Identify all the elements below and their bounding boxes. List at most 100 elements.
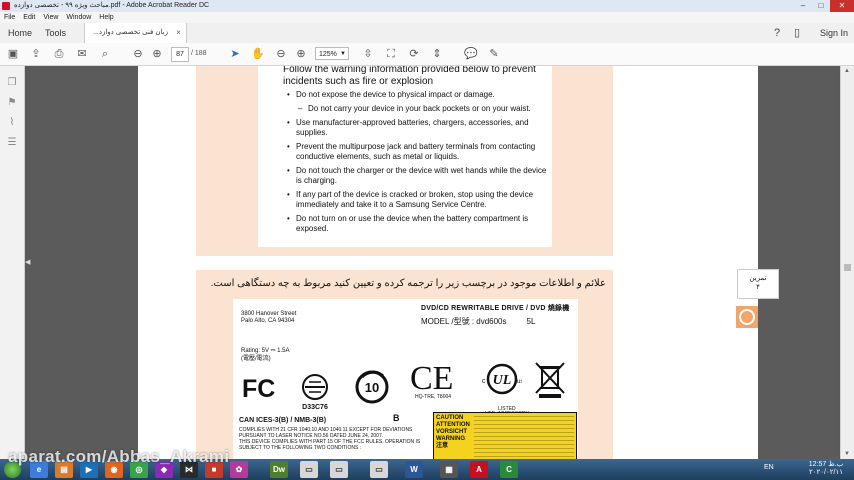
efup-10-icon: 10 — [355, 370, 389, 404]
warning-subitem: Do not carry your device in your back po… — [286, 104, 548, 114]
taskbar-window3-icon[interactable]: ▭ — [370, 461, 388, 478]
taskbar-acrobat-icon[interactable]: A — [470, 461, 488, 478]
taskbar-camtasia-icon[interactable]: C — [500, 461, 518, 478]
layers-icon[interactable]: ☰ — [5, 136, 19, 150]
taskbar-word-icon[interactable]: W — [405, 461, 423, 478]
next-page-icon[interactable]: ⊕ — [150, 47, 164, 61]
tab-document-label: ...زبان فنی تخصصی دوازد — [93, 29, 168, 36]
clock-time: 12:57 ب.ظ — [808, 461, 844, 468]
d33-mark-text: D33C76 — [302, 404, 328, 411]
minimize-button[interactable]: – — [794, 0, 812, 12]
hand-tool-icon[interactable]: ✋ — [251, 47, 265, 61]
print-icon[interactable]: ⎙ — [52, 47, 66, 61]
taskbar-window-icon[interactable]: ▭ — [300, 461, 318, 478]
chevron-down-icon: ▼ — [340, 51, 346, 57]
vertical-scrollbar[interactable]: ▲ ▼ — [840, 66, 854, 459]
fcc-logo-text: FC — [242, 375, 275, 401]
zoom-in-icon[interactable]: ⊕ — [294, 47, 308, 61]
warning-list: Do not expose the device to physical imp… — [286, 90, 548, 238]
scroll-thumb[interactable] — [844, 264, 851, 271]
tab-close-icon[interactable]: × — [176, 23, 181, 43]
highlight-pen-icon[interactable]: ✎ — [487, 47, 501, 61]
svg-text:c: c — [482, 378, 486, 385]
exercise-card-title: تمرین — [749, 275, 767, 282]
efup-10-text: 10 — [365, 380, 379, 395]
bookmark-icon[interactable]: ⚑ — [5, 96, 19, 110]
pdf-page: Follow the warning information provided … — [138, 66, 779, 459]
laser-caution-box: CAUTION ATTENTION VORSICHT WARNING 注意 — [433, 412, 577, 459]
menu-view[interactable]: View — [39, 12, 62, 23]
attachment-icon[interactable]: ⌇ — [5, 116, 19, 130]
decorative-tile-icon — [736, 306, 758, 328]
warning-item: If any part of the device is cracked or … — [286, 190, 548, 210]
mobile-link-icon[interactable]: ▯ — [790, 26, 804, 40]
sign-in-button[interactable]: Sign In — [820, 23, 848, 43]
warning-heading: Follow the warning information provided … — [283, 66, 536, 87]
rotate-icon[interactable]: ⟳ — [407, 47, 421, 61]
label-title: DVD/CD REWRITABLE DRIVE / DVD 燒錄機 — [421, 305, 570, 312]
menu-file[interactable]: File — [0, 12, 19, 23]
collapse-panel-arrow-icon[interactable]: ◀ — [25, 258, 30, 266]
language-indicator[interactable]: EN — [764, 464, 774, 471]
warning-item: Do not touch the charger or the device w… — [286, 166, 548, 186]
warning-item: Do not turn on or use the device when th… — [286, 214, 548, 234]
label-model: MODEL /型號 : dvd600s 5L — [421, 316, 535, 327]
exercise-number-card: تمرین ۴ — [737, 269, 779, 299]
help-icon[interactable]: ? — [770, 26, 784, 40]
caution-fine-print — [474, 416, 574, 459]
menu-edit[interactable]: Edit — [19, 12, 39, 23]
tab-document[interactable]: ...زبان فنی تخصصی دوازد × — [84, 23, 187, 43]
create-pdf-icon[interactable]: ▣ — [6, 47, 20, 61]
taskbar-window2-icon[interactable]: ▭ — [330, 461, 348, 478]
warning-item: Use manufacturer-approved batteries, cha… — [286, 118, 548, 138]
fit-page-icon[interactable]: ⇳ — [361, 47, 375, 61]
comment-icon[interactable]: 💬 — [464, 47, 478, 61]
window-controls: – □ ✕ — [794, 0, 854, 12]
page-thumbnails-icon[interactable]: ❐ — [5, 76, 19, 90]
previous-page-icon[interactable]: ⊖ — [131, 47, 145, 61]
label-model-suffix: 5L — [526, 317, 536, 326]
warning-item: Do not expose the device to physical imp… — [286, 90, 548, 100]
scroll-mode-icon[interactable]: ⇕ — [430, 47, 444, 61]
label-ices: CAN ICES-3(B) / NMB-3(B) — [239, 417, 327, 424]
menu-help[interactable]: Help — [95, 12, 117, 23]
taskbar-paint-icon[interactable]: ✿ — [230, 461, 248, 478]
maximize-button[interactable]: □ — [812, 0, 830, 12]
toolbar: ▣ ⇪ ⎙ ✉ ⌕ ⊖ ⊕ 87 / 188 ➤ ✋ ⊖ ⊕ 125% ▼ ⇳ … — [0, 43, 854, 66]
select-cursor-icon[interactable]: ➤ — [228, 47, 242, 61]
page-count: / 188 — [191, 50, 207, 57]
menu-window[interactable]: Window — [62, 12, 95, 23]
fcc-logo: FC — [242, 375, 275, 401]
clock-date: ۲۰۲۰/۰۲/۱۱ — [809, 469, 843, 476]
scroll-down-icon[interactable]: ▼ — [844, 451, 850, 457]
zoom-select[interactable]: 125% ▼ — [315, 47, 349, 60]
search-icon[interactable]: ⌕ — [98, 47, 112, 61]
document-viewport[interactable]: Follow the warning information provided … — [31, 66, 838, 459]
ul-logo-text: UL — [493, 373, 512, 388]
close-window-button[interactable]: ✕ — [830, 0, 854, 12]
product-label-image: 3800 Hanover Street Palo Alto, CA 94304 … — [233, 299, 578, 459]
label-rating: Rating: 5V ⎓ 1.5A (電壓/電流) — [241, 348, 290, 362]
scroll-up-icon[interactable]: ▲ — [844, 68, 850, 74]
page-number-input[interactable]: 87 — [171, 47, 189, 62]
taskbar-dreamweaver-icon[interactable]: Dw — [270, 461, 288, 478]
upload-icon[interactable]: ⇪ — [29, 47, 43, 61]
label-model-text: MODEL /型號 : dvd600s — [421, 317, 507, 326]
zoom-out-icon[interactable]: ⊖ — [274, 47, 288, 61]
zoom-value: 125% — [319, 51, 337, 58]
tab-home[interactable]: Home — [8, 23, 32, 43]
weee-bin-icon — [535, 362, 565, 398]
window-title: مباحث ویژه ۹۹ - تخصصی دوازده.pdf - Adobe… — [14, 2, 210, 9]
full-screen-icon[interactable]: ⛶ — [384, 47, 398, 61]
ce-mark-text: CE — [410, 360, 453, 393]
label-address: 3800 Hanover Street Palo Alto, CA 94304 — [241, 311, 297, 324]
label-hq-code: HQ-TRE, T8004 — [415, 394, 452, 400]
email-icon[interactable]: ✉ — [75, 47, 89, 61]
d33-mark-icon: D33C76 — [302, 374, 328, 411]
tab-tools[interactable]: Tools — [45, 23, 66, 43]
acrobat-app-icon — [2, 2, 10, 10]
system-clock[interactable]: 12:57 ب.ظ ۲۰۲۰/۰۲/۱۱ — [806, 461, 846, 477]
taskbar-tool-icon[interactable]: ▦ — [440, 461, 458, 478]
svg-text:us: us — [517, 379, 522, 385]
label-fcc-statement: COMPLIES WITH 21 CFR 1040.10 AND 1040.11… — [239, 427, 421, 451]
